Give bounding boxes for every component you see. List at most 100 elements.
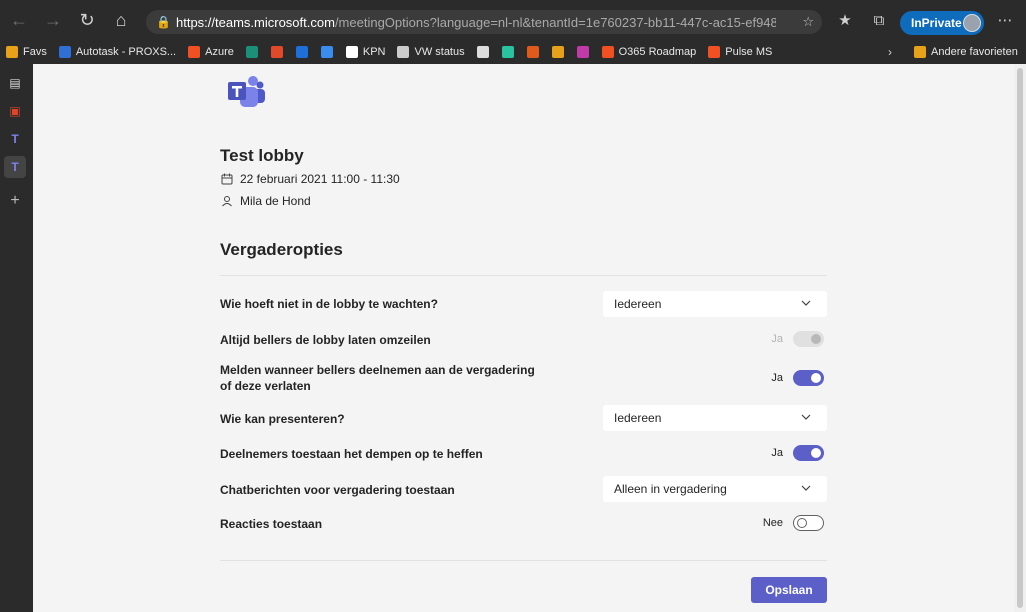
favorite-icon [601, 46, 614, 58]
favorite-item[interactable]: Pulse MS [708, 46, 772, 58]
chat-dropdown-value: Alleen in vergadering [614, 482, 727, 496]
chevron-down-icon [801, 485, 811, 491]
presenters-label: Wie kan presenteren? [220, 412, 345, 426]
chevron-right-icon[interactable]: › [888, 45, 892, 59]
favorite-item[interactable] [501, 46, 519, 58]
favorite-icon [270, 46, 283, 58]
favorites-list: Favs Autotask - PROXS... Azure KPN VW status… [0, 46, 880, 58]
chevron-down-icon [801, 414, 811, 420]
favorite-label: Autotask - PROXS... [75, 46, 177, 58]
favorite-icon [551, 46, 564, 58]
add-icon[interactable]: + [4, 190, 26, 212]
presenters-dropdown[interactable]: Iedereen [603, 405, 827, 431]
tabs-icon[interactable]: ▤ [4, 72, 26, 94]
other-favorites-label: Andere favorieten [931, 46, 1018, 58]
forward-icon[interactable]: → [36, 3, 70, 37]
favorite-item[interactable] [551, 46, 569, 58]
calendar-icon [220, 172, 234, 186]
inprivate-button[interactable]: InPrivate [900, 11, 984, 35]
favorite-item[interactable] [245, 46, 263, 58]
favorite-icon [397, 46, 410, 58]
collections-icon[interactable]: ⧉ [866, 7, 892, 33]
favorite-label: O365 Roadmap [618, 46, 697, 58]
teams-logo-icon [228, 76, 265, 107]
favorite-item[interactable] [476, 46, 494, 58]
meeting-organizer: Mila de Hond [220, 194, 311, 208]
favorite-icon [188, 46, 201, 58]
url-text: https://teams.microsoft.com/meetingOptio… [176, 15, 776, 30]
other-favorites[interactable]: Andere favorieten [914, 46, 1018, 58]
announce-state: Ja [771, 372, 783, 384]
favorite-label: Azure [205, 46, 234, 58]
favorite-item[interactable]: VW status [397, 46, 465, 58]
presenters-dropdown-value: Iedereen [614, 411, 662, 425]
callers-bypass-label: Altijd bellers de lobby laten omzeilen [220, 333, 431, 347]
url-host: https://teams.microsoft.com [176, 14, 335, 30]
chat-label: Chatberichten voor vergadering toestaan [220, 483, 455, 497]
meeting-datetime: 22 februari 2021 11:00 - 11:30 [220, 172, 400, 186]
favorite-label: Pulse MS [725, 46, 773, 58]
favorite-item[interactable] [295, 46, 313, 58]
profile-avatar [963, 14, 981, 32]
favorite-item[interactable]: Azure [188, 46, 234, 58]
favorite-item[interactable]: KPN [345, 46, 386, 58]
announce-label: Melden wanneer bellers deelnemen aan de … [220, 363, 535, 393]
favorite-icon [345, 46, 358, 58]
favorite-item[interactable]: O365 Roadmap [601, 46, 697, 58]
inprivate-label: InPrivate [911, 16, 962, 30]
favorite-label: VW status [414, 46, 465, 58]
favorite-item[interactable]: Autotask - PROXS... [58, 46, 177, 58]
browser-sidebar: ▤ ▣ T T + [0, 64, 33, 612]
favorite-icon [576, 46, 589, 58]
favorite-label: Favs [23, 46, 47, 58]
favorite-icon [476, 46, 489, 58]
scrollbar-thumb[interactable] [1017, 68, 1023, 608]
favorites-icon[interactable]: ★ [832, 7, 858, 33]
favorite-icon [320, 46, 333, 58]
favorite-item[interactable] [526, 46, 544, 58]
chat-dropdown[interactable]: Alleen in vergadering [603, 476, 827, 502]
favorite-item[interactable]: Favs [6, 46, 47, 58]
section-title: Vergaderopties [220, 240, 343, 259]
lobby-dropdown[interactable]: Iedereen [603, 291, 827, 317]
refresh-icon[interactable]: ↻ [70, 3, 104, 37]
url-path: /meetingOptions?language=nl-nl&tenantId=… [334, 14, 776, 30]
favorite-icon [708, 46, 721, 58]
favorite-item[interactable] [270, 46, 288, 58]
save-button[interactable]: Opslaan [751, 577, 827, 603]
meeting-title: Test lobby [220, 146, 304, 165]
favorite-item[interactable] [320, 46, 338, 58]
lobby-dropdown-value: Iedereen [614, 297, 662, 311]
favorite-icon [58, 46, 71, 58]
person-icon [220, 194, 234, 208]
reactions-state: Nee [762, 517, 783, 529]
unmute-label: Deelnemers toestaan het dempen op te hef… [220, 447, 483, 461]
add-favorite-icon[interactable]: ☆ [802, 14, 814, 30]
favorite-icon [501, 46, 514, 58]
favorite-icon [295, 46, 308, 58]
reactions-label: Reacties toestaan [220, 517, 323, 531]
unmute-state: Ja [771, 447, 783, 459]
announce-toggle[interactable] [793, 370, 824, 386]
favorite-item[interactable] [576, 46, 594, 58]
more-icon[interactable]: ⋯ [992, 7, 1018, 33]
favorite-icon [526, 46, 539, 58]
back-icon[interactable]: ← [2, 3, 36, 37]
callers-bypass-state: Ja [771, 333, 783, 345]
meeting-datetime-text: 22 februari 2021 11:00 - 11:30 [240, 172, 400, 186]
address-bar[interactable]: 🔒 https://teams.microsoft.com/meetingOpt… [146, 10, 822, 34]
favorite-label: KPN [362, 46, 386, 58]
callers-bypass-toggle[interactable] [793, 331, 824, 347]
teams-icon[interactable]: T [4, 128, 26, 150]
favorite-icon [6, 46, 18, 58]
unmute-toggle[interactable] [793, 445, 824, 461]
lock-icon: 🔒 [156, 15, 171, 29]
home-icon[interactable]: ⌂ [104, 3, 138, 37]
divider [220, 560, 827, 561]
teams-active-icon[interactable]: T [4, 156, 26, 178]
page-scrollbar[interactable] [1014, 64, 1026, 612]
favorites-bar: Favs Autotask - PROXS... Azure KPN VW status… [0, 40, 1026, 64]
chevron-down-icon [801, 300, 811, 306]
reactions-toggle[interactable] [793, 515, 824, 531]
office-icon[interactable]: ▣ [4, 100, 26, 122]
